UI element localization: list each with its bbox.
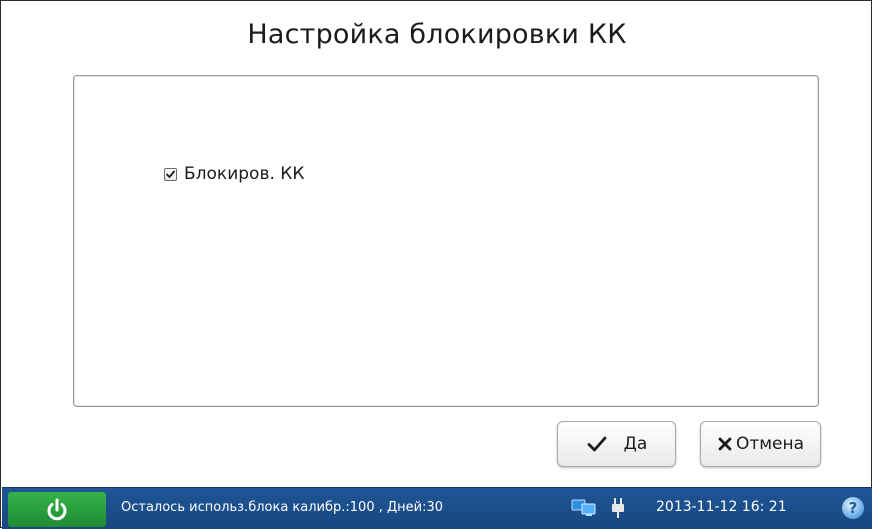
dialog-title: Настройка блокировки КК	[247, 19, 627, 50]
ok-button[interactable]: Да	[557, 421, 676, 467]
calibration-status-text: Осталось использ.блока калибр.:100 , Дне…	[121, 500, 444, 515]
datetime: 2013-11-12 16: 21	[656, 499, 787, 515]
block-kk-label: Блокиров. КК	[184, 164, 305, 184]
power-icon	[47, 498, 67, 520]
plug-icon	[611, 497, 625, 523]
cancel-button[interactable]: Отмена	[700, 421, 821, 467]
power-button[interactable]	[8, 492, 106, 527]
cancel-button-label: Отмена	[735, 434, 805, 454]
checkmark-icon	[586, 435, 608, 453]
network-icon	[571, 498, 597, 522]
x-icon	[717, 436, 733, 452]
help-glyph: ?	[848, 499, 858, 517]
dialog-window: Настройка блокировки КК Блокиров. КК Да …	[0, 0, 872, 529]
block-kk-checkbox-row[interactable]: Блокиров. КК	[164, 164, 304, 184]
taskbar: Осталось использ.блока калибр.:100 , Дне…	[2, 487, 872, 529]
block-kk-checkbox[interactable]	[164, 167, 177, 181]
help-icon[interactable]: ?	[842, 497, 864, 519]
checkmark-icon	[166, 170, 175, 178]
content-panel: Блокиров. КК	[73, 75, 819, 407]
ok-button-label: Да	[623, 434, 648, 454]
